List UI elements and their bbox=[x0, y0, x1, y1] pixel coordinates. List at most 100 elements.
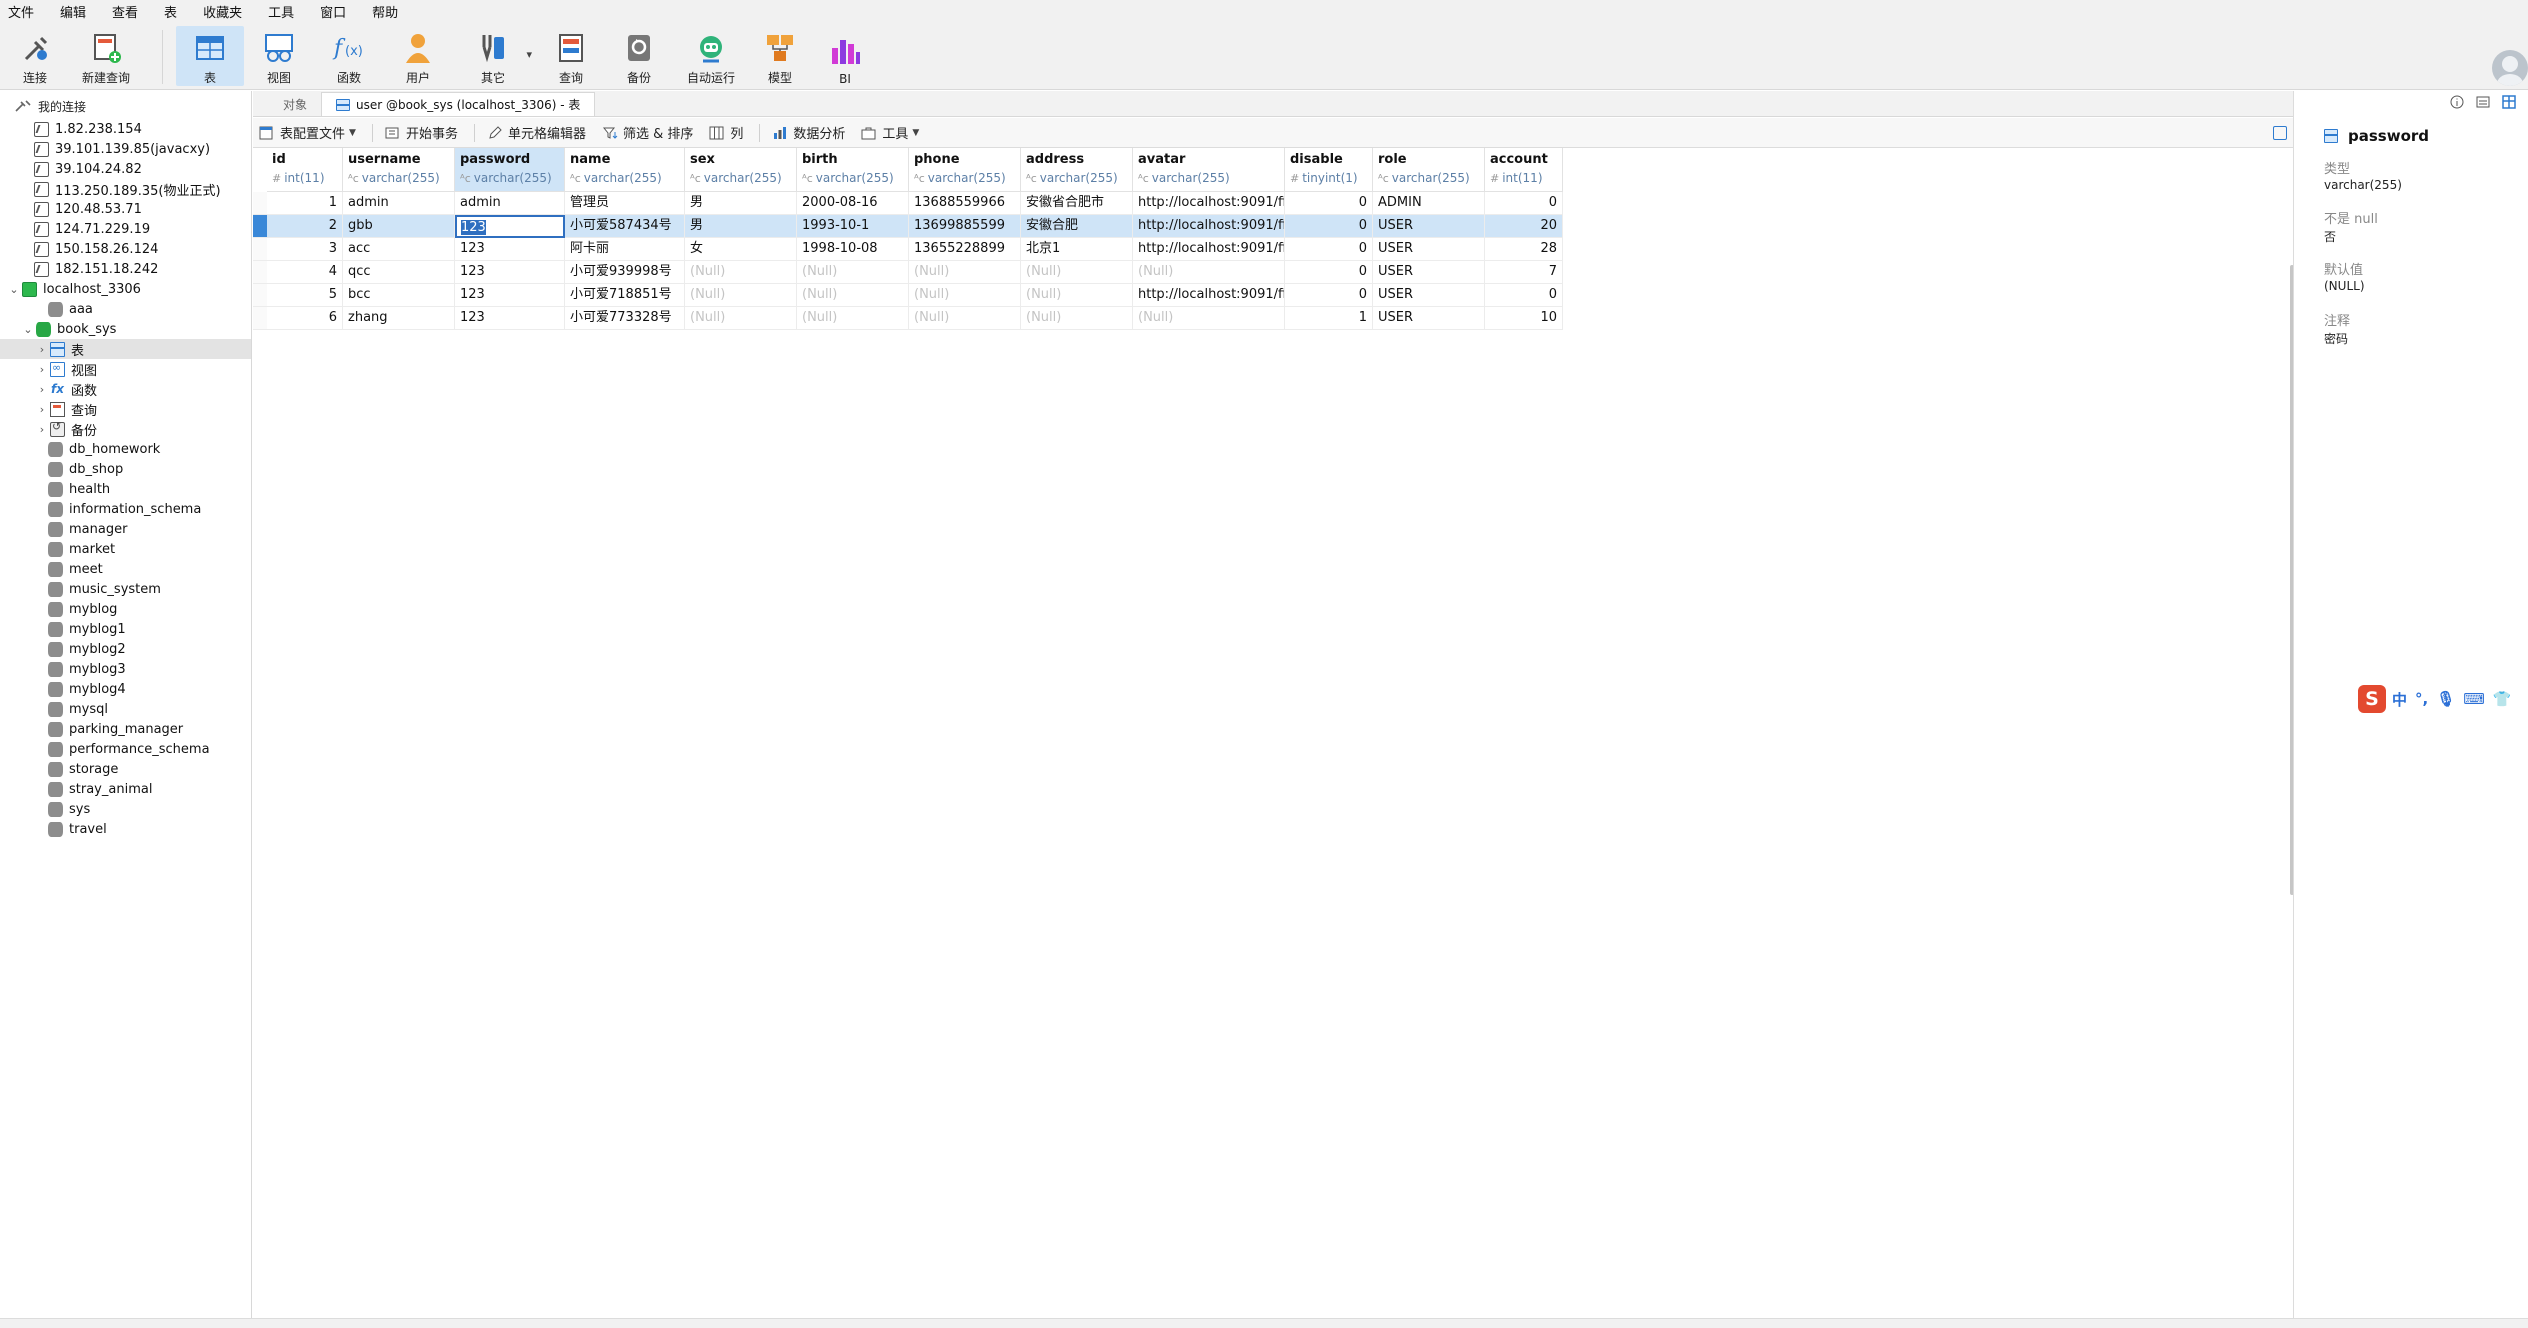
cell-password[interactable]: admin bbox=[455, 192, 565, 215]
cell-phone[interactable]: 13688559966 bbox=[909, 192, 1021, 215]
cell-address[interactable]: 安徽省合肥市 bbox=[1021, 192, 1133, 215]
menu-item-4[interactable]: 收藏夹 bbox=[190, 2, 255, 21]
cell-disable[interactable]: 0 bbox=[1285, 192, 1373, 215]
filter-sort-button[interactable]: 筛选 & 排序 bbox=[602, 123, 693, 142]
toolbar-button-backup[interactable]: 备份 bbox=[610, 26, 668, 86]
cell-phone[interactable]: (Null) bbox=[909, 307, 1021, 330]
cell-birth[interactable]: (Null) bbox=[797, 307, 909, 330]
cell-username[interactable]: zhang bbox=[343, 307, 455, 330]
row-selector[interactable] bbox=[253, 261, 267, 284]
cell-sex[interactable]: 男 bbox=[685, 192, 797, 215]
cell-phone[interactable]: (Null) bbox=[909, 284, 1021, 307]
skin-icon[interactable]: 👕 bbox=[2493, 690, 2512, 708]
cell-address[interactable]: 安徽合肥 bbox=[1021, 215, 1133, 238]
database-item[interactable]: travel bbox=[0, 819, 251, 839]
table-row[interactable]: 6 zhang 123 小可爱773328号 (Null) (Null) (Null) (Nu… bbox=[253, 307, 1563, 330]
cell-id[interactable]: 4 bbox=[267, 261, 343, 284]
column-header-address[interactable]: address ᴬc varchar(255) bbox=[1021, 148, 1133, 192]
chevron-right-icon[interactable]: › bbox=[36, 383, 48, 396]
database-item[interactable]: music_system bbox=[0, 579, 251, 599]
chevron-right-icon[interactable]: › bbox=[36, 403, 48, 416]
cell-avatar[interactable]: http://localhost:9091/file bbox=[1133, 284, 1285, 307]
database-item[interactable]: information_schema bbox=[0, 499, 251, 519]
cell-editor-button[interactable]: 单元格编辑器 bbox=[487, 123, 586, 142]
database-item[interactable]: market bbox=[0, 539, 251, 559]
toolbar-button-bi[interactable]: BI bbox=[820, 26, 870, 86]
column-header-id[interactable]: id # int(11) bbox=[267, 148, 343, 192]
menu-item-2[interactable]: 查看 bbox=[99, 2, 151, 21]
table-row[interactable]: 3 acc 123 阿卡丽女 1998-10-08 13655228899 北京1 http:… bbox=[253, 238, 1563, 261]
cell-disable[interactable]: 1 bbox=[1285, 307, 1373, 330]
row-selector[interactable] bbox=[253, 238, 267, 261]
tab-user-table[interactable]: user @book_sys (localhost_3306) - 表 bbox=[321, 92, 596, 116]
connection-item[interactable]: 1.82.238.154 bbox=[0, 119, 251, 139]
column-header-role[interactable]: role ᴬc varchar(255) bbox=[1373, 148, 1485, 192]
cell-password[interactable]: 123 bbox=[455, 215, 565, 238]
panel-divider[interactable] bbox=[2293, 91, 2294, 1328]
cell-name[interactable]: 小可爱773328号 bbox=[565, 307, 685, 330]
microphone-icon[interactable]: 🎙 bbox=[2436, 690, 2455, 708]
database-item[interactable]: myblog4 bbox=[0, 679, 251, 699]
connection-item[interactable]: 113.250.189.35(物业正式) bbox=[0, 179, 251, 199]
cell-account[interactable]: 10 bbox=[1485, 307, 1563, 330]
cell-name[interactable]: 小可爱587434号 bbox=[565, 215, 685, 238]
cell-address[interactable]: (Null) bbox=[1021, 307, 1133, 330]
database-item[interactable]: db_homework bbox=[0, 439, 251, 459]
chevron-right-icon[interactable]: › bbox=[36, 343, 48, 356]
toolbar-button-model[interactable]: 模型 bbox=[752, 26, 808, 86]
tools-button[interactable]: 工具 ▼ bbox=[861, 123, 919, 142]
cell-username[interactable]: gbb bbox=[343, 215, 455, 238]
fullscreen-icon[interactable] bbox=[2273, 126, 2287, 140]
table-profile-button[interactable]: 表配置文件 ▼ bbox=[259, 123, 356, 142]
cell-role[interactable]: ADMIN bbox=[1373, 192, 1485, 215]
toolbar-button-user[interactable]: 用户 bbox=[386, 26, 450, 86]
cell-username[interactable]: admin bbox=[343, 192, 455, 215]
connection-item[interactable]: 39.104.24.82 bbox=[0, 159, 251, 179]
database-item[interactable]: sys bbox=[0, 799, 251, 819]
database-item[interactable]: manager bbox=[0, 519, 251, 539]
database-item[interactable]: health bbox=[0, 479, 251, 499]
toolbar-button-query[interactable]: 查询 bbox=[538, 26, 604, 86]
toolbar-button-automation[interactable]: 自动运行 bbox=[678, 26, 744, 86]
column-header-birth[interactable]: birth ᴬc varchar(255) bbox=[797, 148, 909, 192]
connection-localhost[interactable]: ⌄ localhost_3306 bbox=[0, 279, 251, 299]
database-item[interactable]: meet bbox=[0, 559, 251, 579]
chevron-down-icon[interactable]: ⌄ bbox=[8, 283, 20, 296]
connection-item[interactable]: 150.158.26.124 bbox=[0, 239, 251, 259]
keyboard-icon[interactable]: ⌨ bbox=[2463, 690, 2485, 708]
begin-transaction-button[interactable]: 开始事务 bbox=[385, 123, 458, 142]
schema-folder-item[interactable]: › 视图 bbox=[0, 359, 251, 379]
user-avatar[interactable] bbox=[2492, 50, 2528, 86]
cell-sex[interactable]: 男 bbox=[685, 215, 797, 238]
cell-address[interactable]: (Null) bbox=[1021, 284, 1133, 307]
cell-disable[interactable]: 0 bbox=[1285, 261, 1373, 284]
database-item[interactable]: parking_manager bbox=[0, 719, 251, 739]
ime-logo[interactable]: S bbox=[2358, 685, 2386, 713]
cell-password[interactable]: 123 bbox=[455, 284, 565, 307]
cell-account[interactable]: 7 bbox=[1485, 261, 1563, 284]
database-book-sys[interactable]: ⌄ book_sys bbox=[0, 319, 251, 339]
cell-username[interactable]: acc bbox=[343, 238, 455, 261]
table-row[interactable]: 2 gbb 123 小可爱587434号男 1993-10-1 13699885599 安徽… bbox=[253, 215, 1563, 238]
cell-disable[interactable]: 0 bbox=[1285, 238, 1373, 261]
cell-disable[interactable]: 0 bbox=[1285, 284, 1373, 307]
row-selector[interactable] bbox=[253, 307, 267, 330]
cell-birth[interactable]: 1998-10-08 bbox=[797, 238, 909, 261]
data-analysis-button[interactable]: 数据分析 bbox=[772, 123, 845, 142]
cell-sex[interactable]: 女 bbox=[685, 238, 797, 261]
cell-role[interactable]: USER bbox=[1373, 261, 1485, 284]
menu-item-6[interactable]: 窗口 bbox=[307, 2, 359, 21]
schema-folder-item[interactable]: › 表 bbox=[0, 339, 251, 359]
cell-birth[interactable]: (Null) bbox=[797, 284, 909, 307]
cell-role[interactable]: USER bbox=[1373, 284, 1485, 307]
toolbar-button-function[interactable]: f (x) 函数 bbox=[318, 26, 380, 86]
cell-account[interactable]: 20 bbox=[1485, 215, 1563, 238]
menu-item-5[interactable]: 工具 bbox=[255, 2, 307, 21]
cell-role[interactable]: USER bbox=[1373, 307, 1485, 330]
database-item[interactable]: storage bbox=[0, 759, 251, 779]
database-item[interactable]: stray_animal bbox=[0, 779, 251, 799]
cell-name[interactable]: 小可爱718851号 bbox=[565, 284, 685, 307]
cell-role[interactable]: USER bbox=[1373, 238, 1485, 261]
menu-item-7[interactable]: 帮助 bbox=[359, 2, 411, 21]
cell-id[interactable]: 6 bbox=[267, 307, 343, 330]
